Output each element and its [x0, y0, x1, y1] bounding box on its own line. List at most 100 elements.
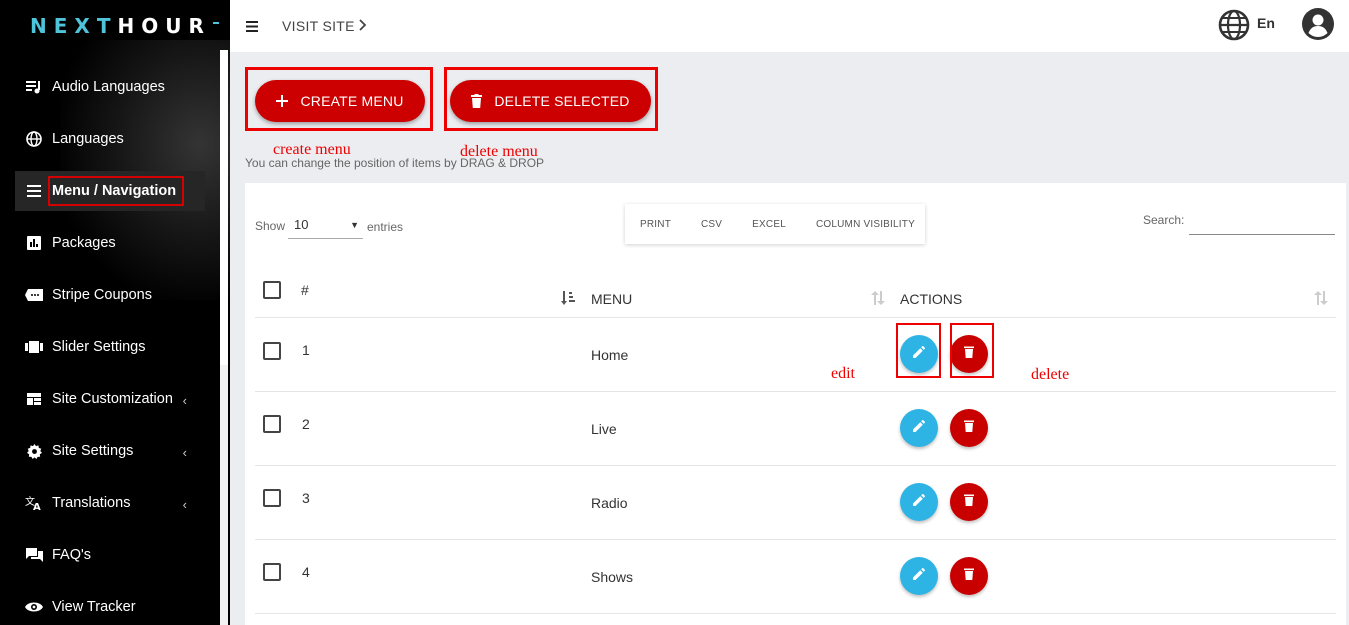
menu-icon: [15, 185, 45, 197]
sidebar-item-languages[interactable]: Languages: [15, 119, 205, 159]
excel-button[interactable]: EXCEL: [752, 219, 786, 230]
create-menu-button[interactable]: CREATE MENU: [255, 80, 425, 122]
visit-site-link[interactable]: VISIT SITE: [282, 18, 355, 34]
sidebar-item-view-tracker[interactable]: View Tracker: [15, 587, 205, 625]
globe-icon: [15, 131, 45, 147]
user-avatar-icon[interactable]: [1302, 8, 1334, 45]
trash-icon: [964, 493, 974, 511]
create-menu-label: CREATE MENU: [300, 93, 404, 109]
search-input[interactable]: [1189, 209, 1335, 235]
dashboard-icon: [15, 393, 45, 405]
print-button[interactable]: PRINT: [640, 219, 671, 230]
row-menu-name: Radio: [591, 495, 628, 511]
sidebar-item-label: Stripe Coupons: [52, 287, 152, 303]
export-button-group: PRINT CSV EXCEL COLUMN VISIBILITY: [625, 204, 925, 244]
column-visibility-button[interactable]: COLUMN VISIBILITY: [816, 219, 915, 230]
row-divider: [255, 539, 1336, 540]
annotation-delete: delete: [1031, 366, 1070, 383]
pencil-icon: [913, 567, 926, 585]
top-bar: VISIT SITE En: [230, 0, 1349, 52]
trash-icon: [964, 419, 974, 437]
search-label: Search:: [1143, 213, 1185, 227]
coupon-icon: [15, 289, 45, 301]
show-label: Show: [255, 219, 286, 233]
drag-drop-hint: You can change the position of items by …: [245, 156, 545, 170]
sidebar-item-audio-languages[interactable]: Audio Languages: [15, 67, 205, 107]
nexthour-logo[interactable]: NEXTHOUR: [30, 14, 219, 38]
chat-icon: [15, 547, 45, 563]
sidebar-scrollbar[interactable]: [220, 50, 228, 625]
delete-selected-label: DELETE SELECTED: [494, 93, 630, 109]
row-checkbox[interactable]: [263, 563, 281, 581]
delete-button[interactable]: [950, 483, 988, 521]
edit-button[interactable]: [900, 557, 938, 595]
row-checkbox[interactable]: [263, 415, 281, 433]
chevron-left-icon: ‹: [182, 393, 187, 408]
row-divider: [255, 391, 1336, 392]
chevron-right-icon[interactable]: [359, 18, 367, 37]
entries-select[interactable]: 10 ▼: [288, 213, 363, 239]
chart-icon: [15, 236, 45, 250]
row-menu-name: Shows: [591, 569, 634, 585]
sidebar-item-faqs[interactable]: FAQ's: [15, 535, 205, 575]
audio-list-icon: [15, 80, 45, 94]
language-globe-icon[interactable]: [1218, 9, 1250, 46]
row-number: 4: [302, 564, 310, 580]
select-all-checkbox[interactable]: [263, 281, 281, 299]
sidebar-item-label: Site Customization: [52, 391, 173, 407]
row-divider: [255, 465, 1336, 466]
pencil-icon: [913, 419, 926, 437]
logo-prefix: NEXT: [30, 14, 118, 38]
row-number: 2: [302, 416, 310, 432]
eye-icon: [15, 601, 45, 613]
sidebar-scroll-thumb[interactable]: [220, 50, 228, 365]
sidebar-item-stripe-coupons[interactable]: Stripe Coupons: [15, 275, 205, 315]
logo-suffix: HOUR: [117, 14, 211, 38]
row-checkbox[interactable]: [263, 342, 281, 360]
edit-highlight: [896, 323, 941, 378]
entries-label: entries: [367, 220, 404, 234]
sidebar-item-label: Audio Languages: [52, 79, 165, 95]
sidebar-item-packages[interactable]: Packages: [15, 223, 205, 263]
entries-value: 10: [294, 217, 309, 232]
sidebar-item-menu-navigation[interactable]: Menu / Navigation: [15, 171, 205, 211]
translate-icon: 文A: [15, 495, 45, 511]
hamburger-menu-icon[interactable]: [246, 19, 258, 37]
header-menu[interactable]: MENU: [591, 291, 632, 307]
edit-button[interactable]: [900, 409, 938, 447]
sidebar-item-label: Translations: [52, 495, 131, 511]
plus-icon: [276, 95, 289, 107]
delete-button[interactable]: [950, 409, 988, 447]
edit-button[interactable]: [900, 483, 938, 521]
sort-both-icon[interactable]: [871, 291, 885, 310]
row-number: 3: [302, 490, 310, 506]
csv-button[interactable]: CSV: [701, 219, 722, 230]
caret-down-icon: ▼: [350, 220, 359, 230]
trash-icon: [471, 94, 483, 108]
sidebar-item-slider-settings[interactable]: Slider Settings: [15, 327, 205, 367]
delete-selected-button[interactable]: DELETE SELECTED: [450, 80, 651, 122]
logo-mark: [212, 22, 219, 24]
sidebar-item-label: Site Settings: [52, 443, 134, 459]
sidebar-item-site-settings[interactable]: Site Settings ‹: [15, 431, 205, 471]
chevron-left-icon: ‹: [182, 497, 187, 512]
slider-icon: [15, 341, 45, 353]
sidebar-item-label: View Tracker: [52, 599, 136, 615]
row-checkbox[interactable]: [263, 489, 281, 507]
delete-button[interactable]: [950, 557, 988, 595]
svg-text:A: A: [33, 502, 41, 511]
sidebar-item-translations[interactable]: 文A Translations ‹: [15, 483, 205, 523]
header-actions[interactable]: ACTIONS: [900, 291, 962, 307]
sort-desc-icon[interactable]: [561, 291, 575, 310]
header-divider: [255, 317, 1336, 318]
chevron-left-icon: ‹: [182, 445, 187, 460]
pencil-icon: [913, 493, 926, 511]
sidebar-item-label: Slider Settings: [52, 339, 146, 355]
sort-both-icon[interactable]: [1314, 291, 1328, 310]
row-menu-name: Home: [591, 347, 629, 363]
language-selector[interactable]: En: [1257, 15, 1275, 31]
delete-highlight: [950, 323, 994, 378]
sidebar-item-label: FAQ's: [52, 547, 92, 563]
header-number[interactable]: #: [301, 282, 309, 298]
sidebar-item-site-customization[interactable]: Site Customization ‹: [15, 379, 205, 419]
